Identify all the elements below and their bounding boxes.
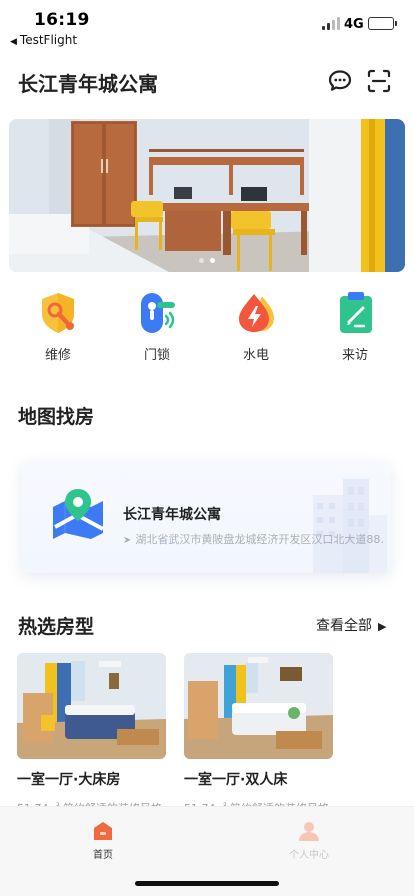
back-triangle-icon: ◀: [10, 37, 17, 47]
room-name: 一室一厅·大床房: [17, 772, 121, 788]
person-icon: [297, 819, 321, 843]
quick-action-label: 来访: [341, 348, 368, 363]
visitor-clipboard-icon: [333, 290, 377, 336]
see-all-link[interactable]: 查看全部 ▶: [316, 615, 386, 635]
page-header: 长江青年城公寓: [0, 62, 414, 102]
room-card[interactable]: 一室一厅·双人床 51.74㎡ 简约舒适的装修风格...: [184, 653, 334, 816]
status-bar: 16:19 ◀ TestFlight 4G: [0, 0, 414, 50]
location-arrow-icon: ➤: [123, 535, 132, 546]
door-lock-icon: [135, 290, 179, 336]
battery-icon: [368, 17, 397, 30]
home-indicator: [135, 881, 279, 886]
apartment-name: 长江青年城公寓: [123, 507, 221, 523]
quick-action-utilities[interactable]: 水电: [216, 290, 296, 363]
status-time: 16:19: [34, 10, 90, 30]
page-title: 长江青年城公寓: [18, 72, 158, 96]
building-illustration: [313, 479, 387, 573]
quick-action-repair[interactable]: 维修: [18, 290, 98, 363]
quick-actions: 维修 门锁 水电 来访: [0, 290, 414, 370]
hot-section-title: 热选房型: [18, 616, 95, 638]
apartment-address: ➤ 湖北省武汉市黄陂盘龙城经济开发区汉口北大道88...: [123, 531, 385, 547]
chat-bubble-icon[interactable]: [327, 68, 353, 94]
map-location-icon: [53, 489, 104, 539]
quick-action-label: 门锁: [143, 348, 170, 363]
quick-action-label: 维修: [44, 348, 71, 363]
carousel-dots: [9, 258, 405, 263]
tab-home[interactable]: 首页: [63, 819, 143, 861]
room-name: 一室一厅·双人床: [184, 772, 288, 788]
home-icon: [91, 819, 115, 843]
see-all-label: 查看全部: [316, 618, 372, 634]
banner-room-photo: [9, 119, 405, 272]
quick-action-door-lock[interactable]: 门锁: [117, 290, 197, 363]
room-photo: [184, 653, 333, 759]
quick-action-label: 水电: [242, 348, 269, 363]
map-card[interactable]: 长江青年城公寓 ➤ 湖北省武汉市黄陂盘龙城经济开发区汉口北大道88...: [21, 461, 391, 573]
scan-icon[interactable]: [366, 68, 392, 94]
back-to-app-link[interactable]: ◀ TestFlight: [10, 33, 77, 47]
quick-action-visitor[interactable]: 来访: [315, 290, 395, 363]
room-photo: [17, 653, 166, 759]
room-card[interactable]: 一室一厅·大床房 51.74㎡ 简约舒适的装修风格...: [17, 653, 167, 816]
banner-carousel[interactable]: [9, 119, 405, 272]
tab-profile-label: 个人中心: [289, 850, 329, 861]
carousel-dot[interactable]: [199, 258, 204, 263]
repair-wrench-icon: [36, 290, 80, 336]
cellular-signal-icon: [322, 17, 340, 30]
network-type: 4G: [344, 17, 364, 32]
map-section-title: 地图找房: [18, 406, 95, 428]
tab-home-label: 首页: [93, 850, 113, 861]
tab-profile[interactable]: 个人中心: [269, 819, 349, 861]
chevron-right-icon: ▶: [378, 620, 387, 633]
utilities-lightning-drop-icon: [234, 290, 278, 336]
apartment-address-text: 湖北省武汉市黄陂盘龙城经济开发区汉口北大道88...: [135, 533, 385, 546]
carousel-dot-active[interactable]: [210, 258, 215, 263]
back-app-label: TestFlight: [19, 33, 78, 47]
